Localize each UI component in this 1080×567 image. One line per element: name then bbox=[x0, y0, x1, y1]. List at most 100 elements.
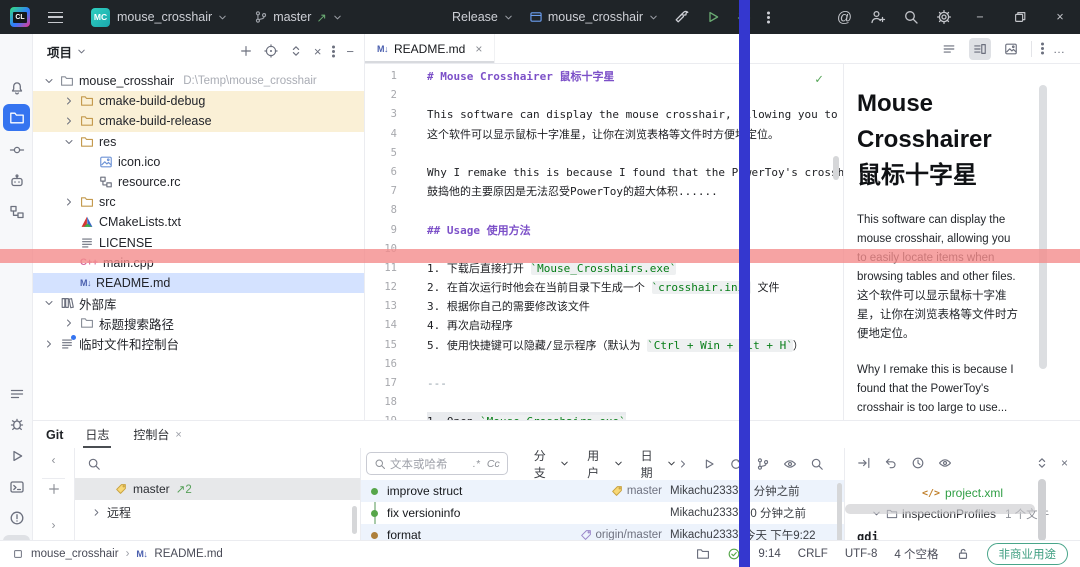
tree-item-res[interactable]: res bbox=[33, 132, 364, 152]
run-config-selector[interactable]: mouse_crosshair bbox=[529, 10, 659, 24]
close-tab-icon[interactable]: × bbox=[175, 429, 181, 441]
graph-options-icon[interactable] bbox=[756, 457, 770, 471]
commit-row[interactable]: improve struct master Mikachu2333 9 分钟之前 bbox=[361, 480, 844, 502]
code-with-me-icon[interactable] bbox=[861, 0, 894, 34]
expand-all-icon[interactable] bbox=[289, 44, 303, 58]
locate-file-icon[interactable] bbox=[264, 44, 278, 58]
new-branch-icon[interactable] bbox=[33, 482, 74, 496]
rollback-icon[interactable] bbox=[884, 456, 898, 470]
debug-bug-icon[interactable] bbox=[736, 9, 752, 25]
tab-git-console[interactable]: 控制台× bbox=[131, 421, 183, 448]
chevron-expanded-icon[interactable] bbox=[43, 75, 55, 87]
tree-item-main-cpp[interactable]: C++ main.cpp bbox=[33, 253, 364, 273]
editor-options-icon[interactable] bbox=[1041, 47, 1044, 50]
indent-selector[interactable]: 4 个空格 bbox=[894, 546, 938, 562]
pull-requests-icon[interactable] bbox=[3, 167, 30, 194]
breadcrumb-file[interactable]: README.md bbox=[154, 548, 222, 560]
tab-git-log[interactable]: 日志 bbox=[83, 421, 111, 448]
tree-item-src[interactable]: src bbox=[33, 192, 364, 212]
branch-selector[interactable]: master ↗ bbox=[254, 10, 343, 25]
inspections-check-icon[interactable]: ✓ bbox=[815, 72, 823, 87]
commit-search-field[interactable]: 文本或哈希 .* Cc bbox=[366, 452, 508, 475]
run-tool-icon[interactable] bbox=[3, 442, 30, 469]
breadcrumb-project[interactable]: mouse_crosshair bbox=[31, 548, 119, 560]
tree-item-cmake-build-debug[interactable]: cmake-build-debug bbox=[33, 91, 364, 111]
zoom-search-icon[interactable] bbox=[810, 457, 824, 471]
jump-to-source-icon[interactable] bbox=[857, 456, 871, 470]
clion-logo[interactable]: CL bbox=[10, 7, 30, 27]
notifications-bell-icon[interactable] bbox=[3, 74, 30, 101]
project-status-folder-icon[interactable] bbox=[696, 547, 710, 561]
view-options-eye-icon[interactable] bbox=[783, 457, 797, 471]
build-success-icon[interactable] bbox=[727, 547, 741, 561]
build-type-selector[interactable]: Release bbox=[452, 10, 514, 24]
main-menu-icon[interactable] bbox=[48, 12, 63, 23]
caret-position[interactable]: 9:14 bbox=[758, 548, 780, 560]
expand-collapse-icon[interactable] bbox=[1035, 456, 1049, 470]
more-actions-icon[interactable] bbox=[767, 16, 770, 19]
chevron-collapsed-icon[interactable] bbox=[63, 95, 75, 107]
todo-tool-icon[interactable] bbox=[3, 380, 30, 407]
collapse-left-icon[interactable]: ‹ bbox=[33, 448, 74, 472]
chevron-collapsed-icon[interactable] bbox=[63, 115, 75, 127]
tree-item-scratches[interactable]: 临时文件和控制台 bbox=[33, 333, 364, 353]
terminal-tool-icon[interactable] bbox=[3, 473, 30, 500]
run-play-icon[interactable] bbox=[705, 9, 721, 25]
chevron-collapsed-icon[interactable] bbox=[91, 507, 102, 518]
match-case-toggle[interactable]: Cc bbox=[487, 458, 500, 470]
preview-only-view-icon[interactable] bbox=[1000, 38, 1022, 60]
line-ending-selector[interactable]: CRLF bbox=[798, 548, 828, 560]
project-selector[interactable]: mouse_crosshair bbox=[117, 10, 228, 24]
branch-row-master[interactable]: master ↗2 bbox=[75, 478, 360, 500]
filter-date[interactable]: 日期 bbox=[641, 447, 677, 481]
project-tool-icon[interactable] bbox=[3, 104, 30, 131]
branch-search[interactable] bbox=[75, 453, 360, 475]
history-clock-icon[interactable] bbox=[911, 456, 925, 470]
structure-tool-icon[interactable] bbox=[3, 198, 30, 225]
editor-scrollbar-thumb[interactable] bbox=[833, 156, 839, 180]
chevron-collapsed-icon[interactable] bbox=[63, 317, 75, 329]
collapse-all-icon[interactable]: × bbox=[314, 44, 322, 59]
tree-item-license[interactable]: LICENSE bbox=[33, 233, 364, 253]
commit-list-scrollbar-thumb[interactable] bbox=[837, 483, 842, 543]
editor-only-view-icon[interactable] bbox=[938, 38, 960, 60]
close-tab-icon[interactable]: × bbox=[475, 42, 482, 56]
restore-button[interactable] bbox=[1000, 0, 1040, 34]
search-everywhere-icon[interactable] bbox=[894, 0, 927, 34]
hide-panel-icon[interactable]: − bbox=[346, 44, 354, 59]
commit-tool-icon[interactable] bbox=[3, 136, 30, 163]
build-hammer-icon[interactable] bbox=[674, 9, 690, 25]
filter-user[interactable]: 用户 bbox=[587, 447, 623, 481]
tree-item-readme[interactable]: M↓ README.md bbox=[33, 273, 364, 293]
tree-item-resource-rc[interactable]: resource.rc bbox=[33, 172, 364, 192]
chevron-collapsed-icon[interactable] bbox=[43, 338, 55, 350]
chevron-collapsed-icon[interactable] bbox=[63, 196, 75, 208]
branches-scrollbar-thumb[interactable] bbox=[352, 506, 357, 534]
details-hscrollbar-thumb[interactable] bbox=[845, 504, 1035, 514]
go-to-hash-icon[interactable] bbox=[702, 457, 716, 471]
chevron-right-icon[interactable] bbox=[677, 458, 689, 470]
tree-item-icon-ico[interactable]: icon.ico bbox=[33, 152, 364, 172]
editor-pane[interactable]: 1# Mouse Crosshairer 鼠标十字星 2 3This softw… bbox=[365, 64, 843, 420]
tree-item-project-root[interactable]: mouse_crosshair D:\Temp\mouse_crosshair bbox=[33, 71, 364, 91]
tree-item-header-search-paths[interactable]: 标题搜索路径 bbox=[33, 313, 364, 333]
panel-options-icon[interactable] bbox=[332, 50, 335, 53]
settings-gear-icon[interactable] bbox=[927, 0, 960, 34]
chevron-expanded-icon[interactable] bbox=[63, 136, 75, 148]
minimize-button[interactable]: − bbox=[960, 0, 1000, 34]
ai-assistant-icon[interactable]: @ bbox=[828, 0, 861, 34]
license-badge[interactable]: 非商业用途 bbox=[987, 543, 1069, 565]
branch-group-remote[interactable]: 远程 bbox=[75, 502, 360, 522]
more-tabs-icon[interactable]: … bbox=[1053, 42, 1066, 56]
refresh-icon[interactable] bbox=[729, 457, 743, 471]
split-view-icon[interactable] bbox=[969, 38, 991, 60]
expand-right-icon[interactable]: › bbox=[33, 518, 74, 532]
close-pane-icon[interactable]: × bbox=[1061, 456, 1068, 470]
tree-item-cmakelists[interactable]: CMakeLists.txt bbox=[33, 212, 364, 232]
preview-diff-eye-icon[interactable] bbox=[938, 456, 952, 470]
commit-row[interactable]: fix versioninfo Mikachu2333 30 分钟之前 bbox=[361, 502, 844, 524]
problems-tool-icon[interactable] bbox=[3, 504, 30, 531]
debug-tool-icon[interactable] bbox=[3, 410, 30, 437]
tree-item-external-libraries[interactable]: 外部库 bbox=[33, 293, 364, 313]
tree-item-cmake-build-release[interactable]: cmake-build-release bbox=[33, 111, 364, 131]
